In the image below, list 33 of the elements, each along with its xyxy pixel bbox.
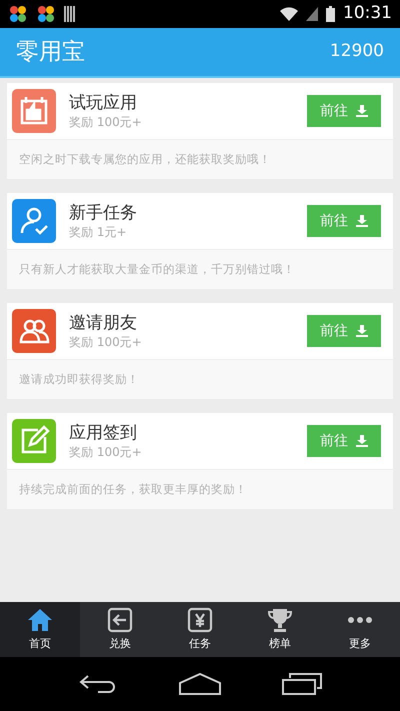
task-reward: 奖励 1元+ <box>69 224 128 240</box>
app-notification-icon <box>8 4 28 24</box>
tab[interactable]: 首页 <box>0 602 80 657</box>
task-title: 应用签到 <box>69 422 138 444</box>
download-icon <box>356 325 368 337</box>
clock-time: 10:31 <box>343 2 392 26</box>
recent-apps-icon[interactable] <box>282 673 322 695</box>
battery-icon <box>326 6 335 22</box>
task-description: 空闲之时下载专属您的应用，还能获取奖励哦！ <box>19 150 271 168</box>
signal-icon <box>306 7 318 21</box>
app-title: 零用宝 <box>16 38 85 67</box>
home-icon <box>27 608 53 632</box>
trophy-icon <box>266 606 294 633</box>
task-reward: 奖励 100元+ <box>69 334 143 350</box>
home-icon[interactable] <box>178 673 221 695</box>
task-description: 邀请成功即获得奖励！ <box>19 370 139 388</box>
task-title: 邀请朋友 <box>69 312 138 334</box>
more-icon <box>347 616 373 624</box>
coin-balance: 12900 <box>330 40 384 64</box>
task-reward: 奖励 100元+ <box>69 444 143 460</box>
download-icon <box>356 105 368 117</box>
task-description: 只有新人才能获取大量金币的渠道，千万别错过哦！ <box>19 260 295 278</box>
task-reward: 奖励 100元+ <box>69 114 143 130</box>
task-title: 新手任务 <box>69 202 138 224</box>
download-icon <box>356 435 368 447</box>
download-icon <box>356 215 368 227</box>
yen-box-icon <box>187 606 213 633</box>
task-description: 持续完成前面的任务，获取更丰厚的奖励！ <box>19 480 247 498</box>
barcode-notification-icon <box>64 6 76 22</box>
app-notification-icon <box>36 4 56 24</box>
arrow-in-box-icon <box>107 606 133 633</box>
wifi-icon <box>280 7 298 21</box>
task-title: 试玩应用 <box>69 92 138 114</box>
